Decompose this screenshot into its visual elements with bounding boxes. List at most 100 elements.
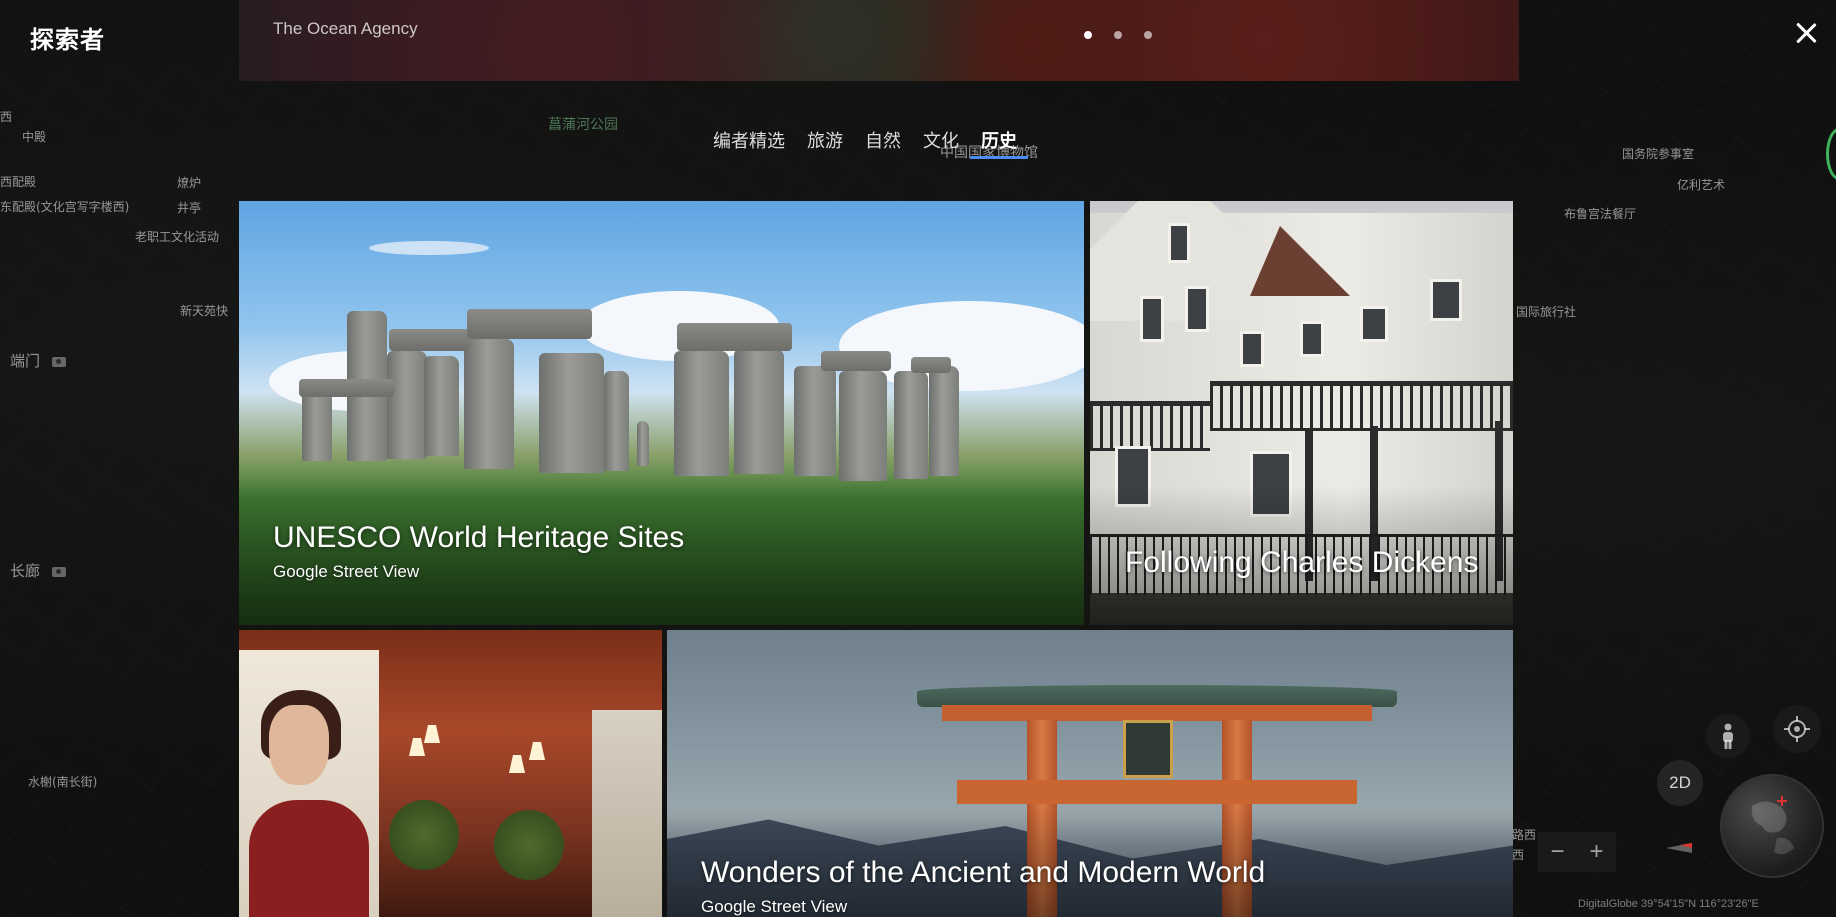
map-label: 西配殿 [0, 175, 37, 189]
globe-icon[interactable] [1722, 776, 1822, 876]
carousel-dot-1[interactable] [1084, 31, 1092, 39]
close-icon[interactable] [1793, 20, 1819, 46]
window-shape [1360, 306, 1388, 342]
locate-icon[interactable] [1773, 705, 1821, 753]
window-shape [1140, 296, 1164, 342]
map-label: 亿利艺术 [1677, 178, 1726, 192]
tab-nature[interactable]: 自然 [854, 129, 912, 169]
window-shape [1430, 279, 1462, 321]
camera-icon [52, 566, 67, 577]
stone-shape [794, 366, 836, 476]
map-label: 东配殿(文化宫写字楼西) [0, 200, 130, 214]
camera-icon [52, 356, 67, 367]
card-caption: Wonders of the Ancient and Modern World … [701, 855, 1493, 917]
window-shape [1240, 331, 1264, 367]
torii-beam [917, 685, 1397, 707]
compass-shape [1666, 843, 1692, 853]
stone-shape [929, 366, 959, 476]
poster-shape [239, 650, 379, 917]
stone-shape [302, 391, 332, 461]
stone-shape [387, 351, 427, 459]
lintel-shape [299, 379, 394, 397]
category-tabs: 编者精选 旅游 自然 文化 历史 [713, 129, 1028, 173]
lintel-shape [467, 309, 592, 339]
stone-shape [424, 356, 459, 456]
plant-shape [494, 810, 564, 880]
stone-shape [604, 371, 629, 471]
zoom-out-button[interactable]: − [1550, 838, 1564, 866]
map-label: 布鲁宫法餐厅 [1564, 207, 1637, 221]
poster-body [249, 800, 369, 917]
balcony-rail [1090, 401, 1210, 451]
map-label: 路西 [1512, 828, 1537, 842]
stone-shape [637, 421, 649, 466]
card-title: Following Charles Dickens [1125, 546, 1479, 579]
street-view-person-icon[interactable] [1706, 714, 1750, 758]
card-unesco-world-heritage[interactable]: UNESCO World Heritage Sites Google Stree… [239, 201, 1084, 625]
map-label: 西 [1512, 848, 1525, 862]
lintel-shape [821, 351, 891, 371]
torii-sign [1123, 720, 1173, 778]
map-label: 燎炉 [177, 176, 202, 190]
lamp-icon [424, 725, 440, 743]
banner-credit: The Ocean Agency [273, 19, 418, 38]
card-title: UNESCO World Heritage Sites [273, 521, 685, 554]
lamp-icon [529, 742, 545, 760]
target-icon [1784, 716, 1810, 742]
map-label-with-camera[interactable]: 长廊 [10, 560, 67, 581]
lintel-shape [389, 329, 469, 351]
card-paris-restaurant[interactable] [239, 630, 662, 917]
view-mode-2d-button[interactable]: 2D [1657, 760, 1703, 806]
stone-shape [734, 349, 784, 474]
poster-face [269, 705, 329, 785]
balcony-rail [1210, 381, 1513, 431]
plant-shape [389, 800, 459, 870]
carousel-dot-3[interactable] [1144, 31, 1152, 39]
window-shape [1185, 286, 1209, 332]
tab-editors-picks[interactable]: 编者精选 [713, 129, 796, 169]
map-label: 西 [0, 110, 13, 124]
map-label-park: 菖蒲河公园 [548, 117, 618, 133]
cloud-shape [369, 241, 489, 255]
compass-icon[interactable] [1664, 840, 1694, 856]
card-following-charles-dickens[interactable]: Following Charles Dickens [1090, 201, 1513, 625]
card-caption: Following Charles Dickens [1125, 545, 1493, 581]
lintel-shape [911, 357, 951, 373]
carousel-dot-2[interactable] [1114, 31, 1122, 39]
map-label-with-camera[interactable]: 端门 [10, 350, 67, 371]
window-shape [1300, 321, 1324, 357]
torii-beam [942, 705, 1372, 721]
card-title: Wonders of the Ancient and Modern World [701, 856, 1266, 889]
stone-shape [464, 339, 514, 469]
window-shape [1168, 223, 1190, 263]
map-label: 国际旅行社 [1516, 305, 1577, 319]
person-icon [1723, 723, 1733, 749]
zoom-controls: − + [1538, 832, 1616, 872]
stone-shape [674, 351, 729, 476]
card-wonders-ancient-modern-world[interactable]: Wonders of the Ancient and Modern World … [667, 630, 1513, 917]
map-label: 中殿 [22, 130, 47, 144]
map-label: 老职工文化活动 [135, 230, 220, 244]
globe-shape [1751, 796, 1794, 855]
stone-shape [539, 353, 604, 473]
app-title: 探索者 [30, 26, 105, 54]
tab-history[interactable]: 历史 [970, 129, 1028, 169]
stone-shape [839, 371, 887, 481]
card-subtitle: Google Street View [701, 897, 848, 916]
poster-shape [592, 710, 662, 917]
lamp-icon [509, 755, 525, 773]
map-label: 水榭(南长街) [28, 775, 98, 789]
tab-travel[interactable]: 旅游 [796, 129, 854, 169]
map-label: 国务院参事室 [1622, 147, 1695, 161]
map-credit: DigitalGlobe 39°54'15"N 116°23'26"E [1578, 898, 1759, 910]
card-subtitle: Google Street View [273, 562, 420, 581]
tab-culture[interactable]: 文化 [912, 129, 970, 169]
lamp-icon [409, 738, 425, 756]
featured-banner[interactable]: The Ocean Agency [239, 0, 1519, 81]
lintel-shape [677, 323, 792, 351]
map-label: 新天苑快 [180, 304, 229, 318]
zoom-in-button[interactable]: + [1589, 838, 1603, 866]
carousel-dots [1084, 31, 1152, 39]
stone-shape [894, 371, 928, 479]
torii-tie [957, 780, 1357, 804]
